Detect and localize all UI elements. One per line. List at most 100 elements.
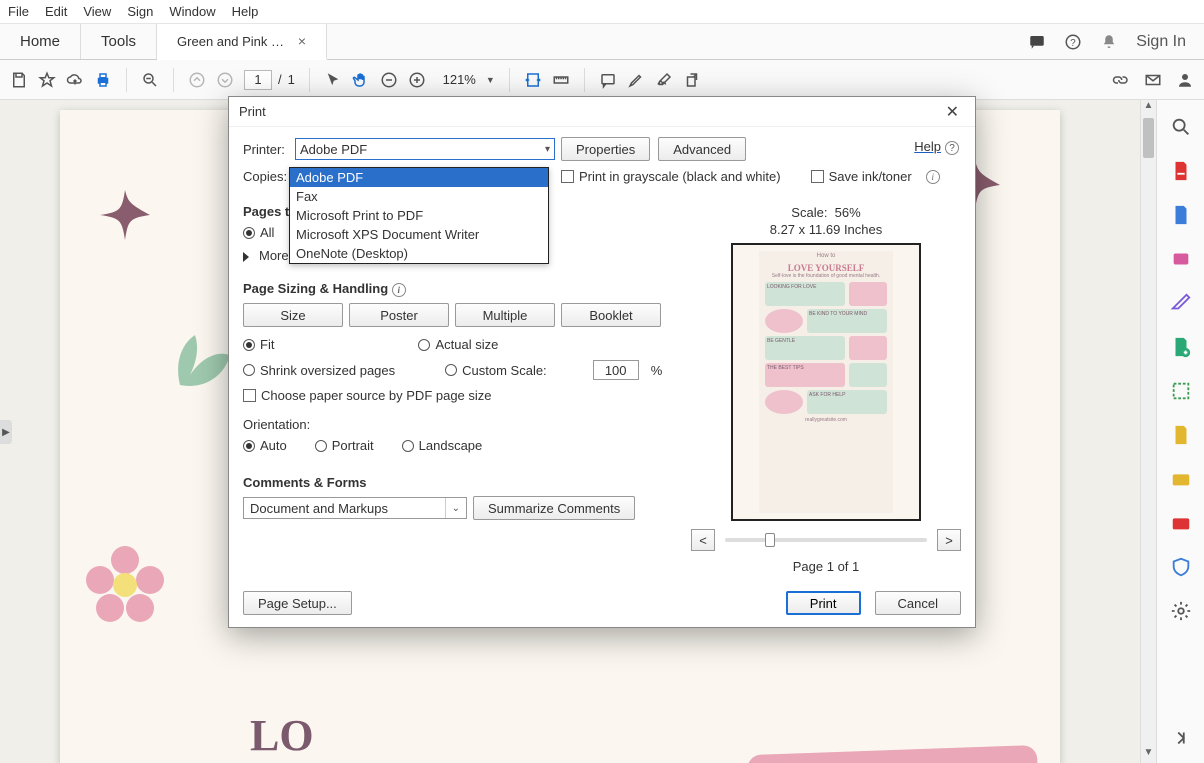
tab-home[interactable]: Home (0, 24, 81, 59)
printer-option[interactable]: Adobe PDF (290, 168, 548, 187)
page-setup-button[interactable]: Page Setup... (243, 591, 352, 615)
actual-size-radio[interactable]: Actual size (418, 337, 498, 352)
edit-pdf-icon[interactable] (1170, 204, 1192, 226)
cloud-icon[interactable] (66, 71, 84, 89)
menu-edit[interactable]: Edit (45, 4, 67, 19)
help-icon[interactable]: ? (1064, 33, 1082, 51)
properties-button[interactable]: Properties (561, 137, 650, 161)
grayscale-checkbox[interactable]: Print in grayscale (black and white) (561, 169, 781, 184)
advanced-button[interactable]: Advanced (658, 137, 746, 161)
chevron-down-icon: ▾ (545, 144, 550, 155)
vertical-scrollbar[interactable]: ▲ ▼ (1140, 100, 1156, 763)
printer-option[interactable]: OneNote (Desktop) (290, 244, 548, 263)
preview-card: BE GENTLE (765, 336, 845, 360)
select-icon[interactable] (324, 71, 342, 89)
sign-icon[interactable] (655, 71, 673, 89)
preview-card: LOOKING FOR LOVE (765, 282, 845, 306)
mail-icon[interactable] (1144, 71, 1162, 89)
close-tab-icon[interactable]: × (298, 33, 306, 49)
ruler-icon[interactable] (552, 71, 570, 89)
page-dimensions: 8.27 x 11.69 Inches (691, 222, 961, 237)
create-pdf-icon[interactable] (1170, 248, 1192, 270)
custom-scale-radio[interactable]: Custom Scale: (445, 363, 547, 378)
star-icon[interactable] (38, 71, 56, 89)
rotate-icon[interactable] (683, 71, 701, 89)
poster-button[interactable]: Poster (349, 303, 449, 327)
search-icon[interactable] (1170, 116, 1192, 138)
fit-radio[interactable]: Fit (243, 337, 274, 352)
custom-scale-input[interactable] (593, 360, 639, 380)
export-pdf-icon[interactable] (1170, 160, 1192, 182)
page-current-input[interactable] (244, 70, 272, 90)
booklet-button[interactable]: Booklet (561, 303, 661, 327)
person-icon[interactable] (1176, 71, 1194, 89)
multiple-button[interactable]: Multiple (455, 303, 555, 327)
slider-knob[interactable] (765, 533, 775, 547)
shrink-radio[interactable]: Shrink oversized pages (243, 363, 395, 378)
fill-sign-icon[interactable] (1170, 468, 1192, 490)
hand-icon[interactable] (352, 71, 370, 89)
organize-icon[interactable] (1170, 380, 1192, 402)
info-icon[interactable]: i (392, 283, 406, 297)
printer-dropdown[interactable]: Adobe PDF Fax Microsoft Print to PDF Mic… (289, 167, 549, 264)
compress-icon[interactable] (1170, 424, 1192, 446)
print-icon[interactable] (94, 71, 112, 89)
zoom-dropdown-icon[interactable]: ▼ (486, 75, 495, 85)
zoom-out-find-icon[interactable] (141, 71, 159, 89)
dialog-titlebar: Print ✕ (229, 97, 975, 127)
comment-tool-icon[interactable] (1170, 292, 1192, 314)
auto-orientation-radio[interactable]: Auto (243, 438, 287, 453)
menu-sign[interactable]: Sign (127, 4, 153, 19)
printer-option[interactable]: Fax (290, 187, 548, 206)
paper-source-checkbox[interactable]: Choose paper source by PDF page size (243, 388, 492, 403)
save-icon[interactable] (10, 71, 28, 89)
printer-select[interactable]: Adobe PDF ▾ (295, 138, 555, 160)
collapse-panel-icon[interactable] (1170, 727, 1192, 749)
more-tools-icon[interactable] (1170, 600, 1192, 622)
menu-view[interactable]: View (83, 4, 111, 19)
help-link[interactable]: Help? (914, 139, 959, 155)
chat-icon[interactable] (1028, 33, 1046, 51)
tab-tools[interactable]: Tools (81, 24, 157, 59)
printer-option[interactable]: Microsoft XPS Document Writer (290, 225, 548, 244)
cancel-button[interactable]: Cancel (875, 591, 961, 615)
scroll-down-icon[interactable]: ▼ (1141, 747, 1156, 763)
preview-slider[interactable] (725, 538, 927, 542)
menu-help[interactable]: Help (232, 4, 259, 19)
request-sign-icon[interactable] (1170, 512, 1192, 534)
all-pages-radio[interactable]: All (243, 225, 274, 240)
sign-in-button[interactable]: Sign In (1136, 33, 1186, 51)
link-icon[interactable] (1112, 71, 1130, 89)
landscape-radio[interactable]: Landscape (402, 438, 483, 453)
portrait-radio[interactable]: Portrait (315, 438, 374, 453)
zoom-level[interactable]: 121% (436, 72, 476, 87)
page-up-icon[interactable] (188, 71, 206, 89)
fit-width-icon[interactable] (524, 71, 542, 89)
expand-left-panel-icon[interactable]: ▶ (0, 420, 12, 444)
doc-heading: LO (250, 710, 314, 761)
scroll-up-icon[interactable]: ▲ (1141, 100, 1156, 116)
printer-option[interactable]: Microsoft Print to PDF (290, 206, 548, 225)
protect-icon[interactable] (1170, 556, 1192, 578)
preview-prev-button[interactable]: < (691, 529, 715, 551)
tab-document[interactable]: Green and Pink Pas... × (157, 24, 327, 60)
bell-icon[interactable] (1100, 33, 1118, 51)
dialog-close-button[interactable]: ✕ (940, 100, 965, 124)
combine-icon[interactable] (1170, 336, 1192, 358)
size-button[interactable]: Size (243, 303, 343, 327)
preview-next-button[interactable]: > (937, 529, 961, 551)
menu-window[interactable]: Window (169, 4, 215, 19)
scroll-thumb[interactable] (1143, 118, 1154, 158)
page-down-icon[interactable] (216, 71, 234, 89)
comment-icon[interactable] (599, 71, 617, 89)
preview-footer: reallygreatsite.com (759, 417, 893, 423)
print-button[interactable]: Print (786, 591, 861, 615)
summarize-comments-button[interactable]: Summarize Comments (473, 496, 635, 520)
zoom-out-icon[interactable] (380, 71, 398, 89)
info-icon[interactable]: i (926, 170, 940, 184)
comments-select[interactable]: Document and Markups⌄ (243, 497, 467, 519)
zoom-in-icon[interactable] (408, 71, 426, 89)
highlight-icon[interactable] (627, 71, 645, 89)
saveink-checkbox[interactable]: Save ink/toner (811, 169, 912, 184)
menu-file[interactable]: File (8, 4, 29, 19)
